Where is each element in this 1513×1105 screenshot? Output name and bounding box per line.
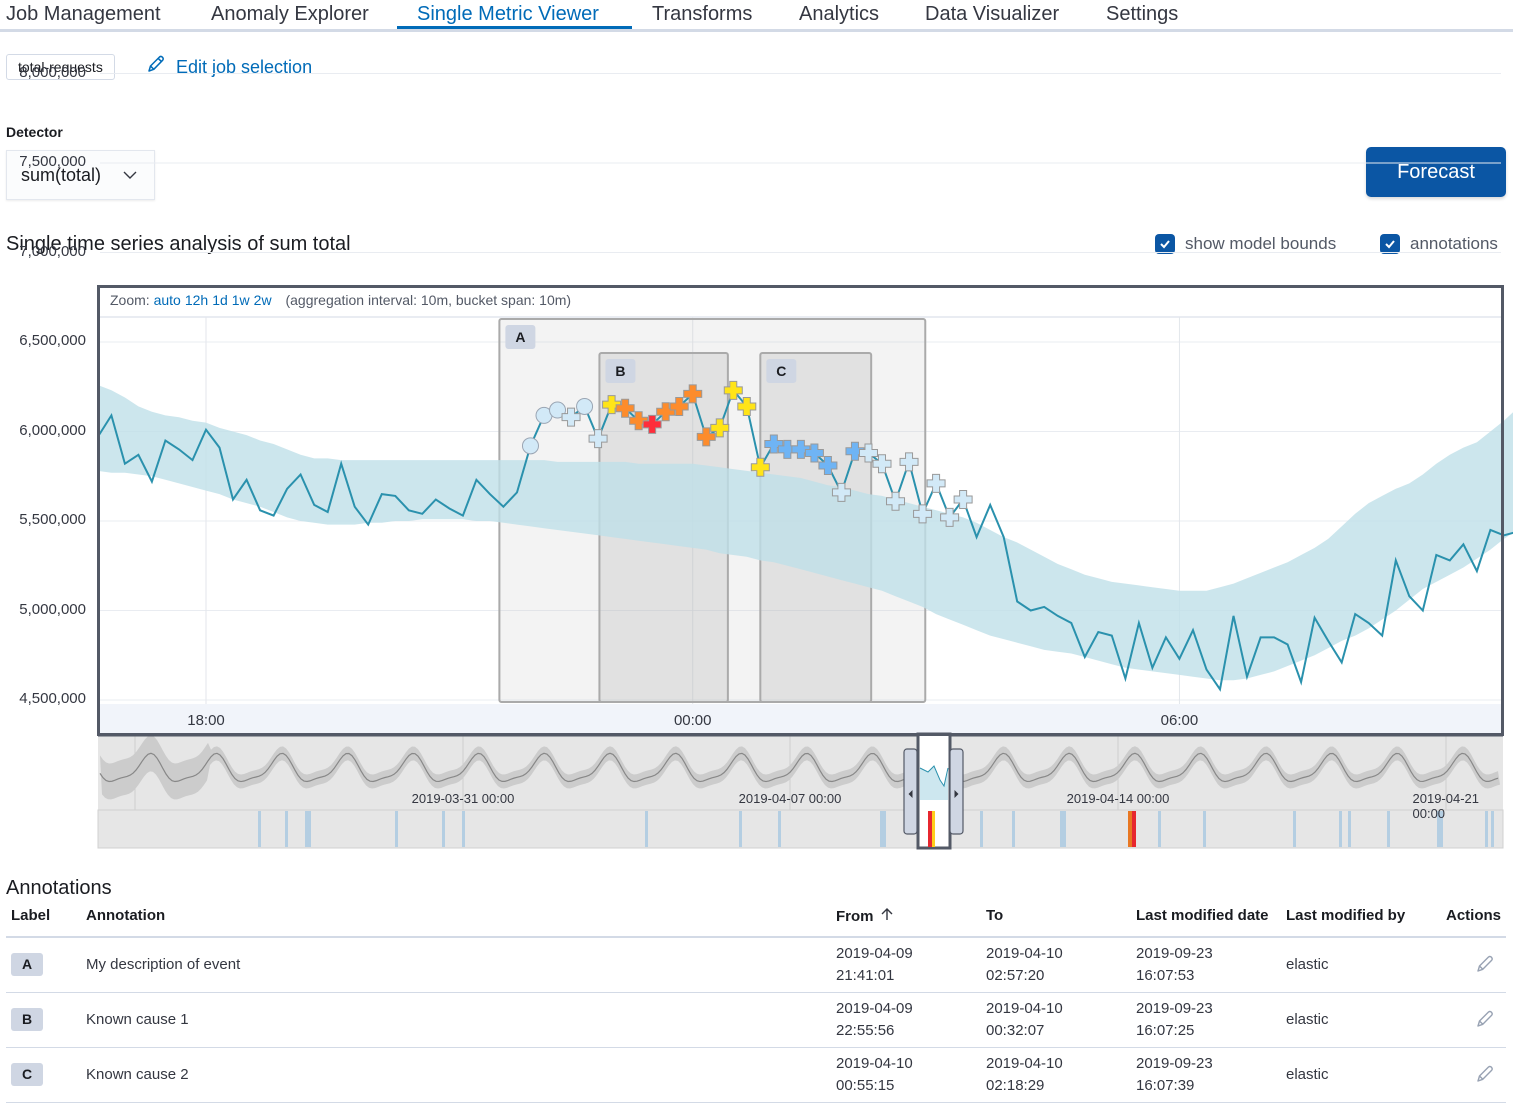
pencil-icon [1475, 955, 1495, 978]
swimlane-anomaly-bar [1491, 811, 1494, 847]
context-date-label: 2019-04-21 00:00 [1412, 791, 1480, 821]
col-header-last-modified-by[interactable]: Last modified by [1286, 907, 1405, 924]
zoom-1w[interactable]: 1w [232, 292, 250, 308]
swimlane-anomaly-bar [1387, 811, 1390, 847]
row-divider [6, 1102, 1506, 1103]
swimlane-anomaly-bar [258, 811, 261, 847]
modified-by: elastic [1286, 956, 1329, 973]
modified-time: 16:07:25 [1136, 1022, 1195, 1039]
table-header-divider [6, 936, 1506, 938]
x-tick-label: 06:00 [1160, 712, 1199, 729]
zoom-12h[interactable]: 12h [185, 292, 208, 308]
swimlane-anomaly-bar-critical [1132, 811, 1136, 847]
from-time: 21:41:01 [836, 967, 895, 984]
to-time: 00:32:07 [986, 1022, 1045, 1039]
swimlane-anomaly-bar [1339, 811, 1342, 847]
swimlane-anomaly-bar [1012, 811, 1015, 847]
modified-date: 2019-09-23 [1136, 1000, 1213, 1017]
modified-date: 2019-09-23 [1136, 1055, 1213, 1072]
brush-anomaly-minor [932, 811, 935, 847]
pencil-icon [1475, 1065, 1495, 1088]
annotation-label-badge: A [11, 953, 43, 976]
swimlane-anomaly-bar [1060, 811, 1066, 847]
from-date: 2019-04-09 [836, 945, 913, 962]
to-time: 02:18:29 [986, 1077, 1045, 1094]
swimlane-anomaly-bar [395, 811, 398, 847]
swimlane-anomaly-bar [1293, 811, 1296, 847]
brush-handle-left[interactable] [903, 748, 918, 835]
swimlane-anomaly-bar [880, 811, 886, 847]
annotation-text: Known cause 2 [86, 1066, 189, 1083]
edit-annotation-button[interactable] [1475, 954, 1495, 979]
annotation-label-badge: C [11, 1063, 43, 1086]
swimlane-anomaly-bar [305, 811, 311, 847]
edit-annotation-button[interactable] [1475, 1064, 1495, 1089]
from-date: 2019-04-10 [836, 1055, 913, 1072]
x-tick-label: 00:00 [673, 712, 712, 729]
col-header-actions: Actions [1446, 907, 1502, 924]
annotations-title: Annotations [6, 877, 112, 899]
swimlane-anomaly-bar [739, 811, 742, 847]
col-header-to[interactable]: To [986, 907, 1003, 924]
to-date: 2019-04-10 [986, 945, 1063, 962]
context-date-label: 2019-03-31 00:00 [411, 791, 515, 806]
context-date-label: 2019-04-07 00:00 [738, 791, 842, 806]
swimlane-anomaly-bar [645, 811, 648, 847]
modified-time: 16:07:39 [1136, 1077, 1195, 1094]
zoom-2w[interactable]: 2w [254, 292, 272, 308]
col-header-from[interactable]: From [836, 907, 894, 925]
annotation-text: My description of event [86, 956, 241, 973]
swimlane-anomaly-bar [442, 811, 445, 847]
pencil-icon [1475, 1010, 1495, 1033]
to-date: 2019-04-10 [986, 1000, 1063, 1017]
from-time: 00:55:15 [836, 1077, 895, 1094]
from-time: 22:55:56 [836, 1022, 895, 1039]
brush-handle-right[interactable] [949, 748, 964, 835]
aggregation-interval-text: (aggregation interval: 10m, bucket span:… [285, 292, 572, 308]
edit-annotation-button[interactable] [1475, 1009, 1495, 1034]
annotation-text: Known cause 1 [86, 1011, 189, 1028]
modified-by: elastic [1286, 1011, 1329, 1028]
focus-chart-frame [97, 285, 1504, 736]
annotation-label-badge: B [11, 1008, 43, 1031]
to-date: 2019-04-10 [986, 1055, 1063, 1072]
col-header-annotation: Annotation [86, 907, 166, 924]
x-tick-label: 18:00 [187, 712, 225, 729]
swimlane-anomaly-bar [1348, 811, 1351, 847]
swimlane-anomaly-bar [778, 811, 781, 847]
swimlane-anomaly-bar [1203, 811, 1206, 847]
col-header-last-modified-date[interactable]: Last modified date [1136, 907, 1269, 924]
zoom-bar: Zoom: auto 12h 1d 1w 2w (aggregation interva… [110, 292, 571, 308]
swimlane-anomaly-bar [462, 811, 465, 847]
zoom-1d[interactable]: 1d [212, 292, 228, 308]
col-header-from-label: From [836, 907, 874, 925]
zoom-auto[interactable]: auto [154, 292, 181, 308]
swimlane-anomaly-bar [285, 811, 288, 847]
context-date-label: 2019-04-14 00:00 [1066, 791, 1170, 806]
swimlane-anomaly-bar [980, 811, 983, 847]
arrow-up-icon [880, 907, 894, 925]
modified-time: 16:07:53 [1136, 967, 1195, 984]
row-divider [6, 992, 1506, 993]
to-time: 02:57:20 [986, 967, 1045, 984]
brush-anomaly-critical [928, 811, 932, 847]
col-header-label: Label [11, 907, 51, 924]
zoom-prefix: Zoom: [110, 292, 150, 308]
swimlane-anomaly-bar [1158, 811, 1161, 847]
modified-by: elastic [1286, 1066, 1329, 1083]
swimlane-anomaly-bar [1485, 811, 1488, 847]
from-date: 2019-04-09 [836, 1000, 913, 1017]
swimlane-anomaly-bar-major [1128, 811, 1132, 847]
row-divider [6, 1047, 1506, 1048]
modified-date: 2019-09-23 [1136, 945, 1213, 962]
